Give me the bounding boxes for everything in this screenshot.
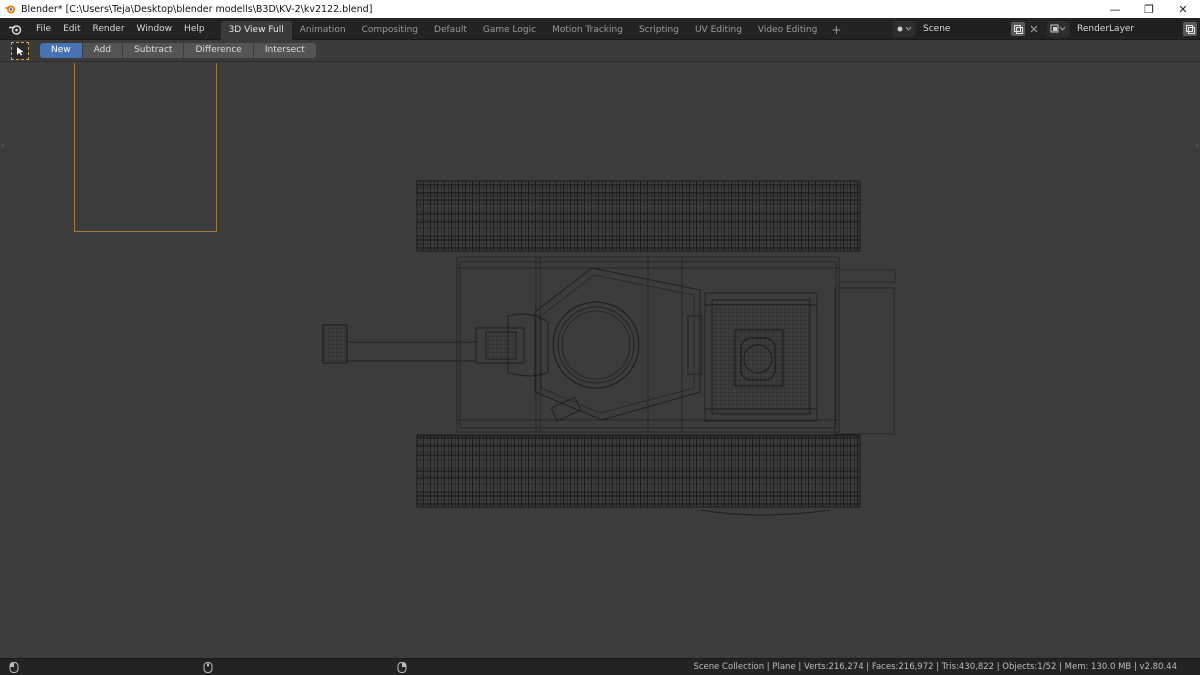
delete-scene-button[interactable] xyxy=(1027,22,1041,36)
blender-logo-icon xyxy=(9,24,22,35)
blender-topbar: File Edit Render Window Help 3D View Ful… xyxy=(0,18,1200,40)
window-titlebar: Blender* [C:\Users\Teja\Desktop\blender … xyxy=(0,0,1200,18)
copy-icon xyxy=(1185,24,1195,34)
mode-intersect-button[interactable]: Intersect xyxy=(253,43,316,58)
camera-frame-outline xyxy=(74,63,217,232)
mouse-middle-icon xyxy=(203,662,213,673)
menu-edit[interactable]: Edit xyxy=(57,24,86,34)
tab-game-logic[interactable]: Game Logic xyxy=(475,21,544,40)
mode-new-button[interactable]: New xyxy=(40,43,83,58)
collapse-right-arrow-icon[interactable]: ‹ xyxy=(1196,141,1199,150)
render-layer-browse-button[interactable] xyxy=(1047,21,1069,37)
tab-default[interactable]: Default xyxy=(426,21,475,40)
mode-difference-button[interactable]: Difference xyxy=(184,43,254,58)
gun-barrel xyxy=(322,313,549,377)
mouse-left-icon xyxy=(9,662,19,673)
workspace-tabs: 3D View Full Animation Compositing Defau… xyxy=(220,18,848,40)
select-cursor-icon xyxy=(17,47,24,56)
status-bar: Scene Collection | Plane | Verts:216,274… xyxy=(0,658,1200,675)
menu-file[interactable]: File xyxy=(30,24,57,34)
add-workspace-button[interactable]: + xyxy=(825,21,847,40)
blender-menu-button[interactable] xyxy=(6,21,24,37)
mode-subtract-button[interactable]: Subtract xyxy=(123,43,185,58)
menu-render[interactable]: Render xyxy=(87,24,131,34)
mouse-right-icon xyxy=(397,662,407,673)
blender-logo-icon xyxy=(5,5,15,14)
scene-statistics: Scene Collection | Plane | Verts:216,274… xyxy=(693,662,1177,672)
maximize-button[interactable]: ❐ xyxy=(1132,0,1166,18)
bottom-track xyxy=(416,434,861,516)
tab-uv-editing[interactable]: UV Editing xyxy=(687,21,750,40)
hull xyxy=(456,256,896,435)
copy-icon xyxy=(1013,24,1023,34)
minimize-button[interactable]: — xyxy=(1098,0,1132,18)
menu-help[interactable]: Help xyxy=(178,24,211,34)
turret xyxy=(534,267,703,422)
tab-animation[interactable]: Animation xyxy=(292,21,354,40)
engine-deck xyxy=(704,292,818,422)
menu-window[interactable]: Window xyxy=(131,24,179,34)
scene-browse-button[interactable] xyxy=(893,21,915,37)
new-scene-button[interactable] xyxy=(1011,22,1025,36)
tab-motion-tracking[interactable]: Motion Tracking xyxy=(544,21,631,40)
tab-video-editing[interactable]: Video Editing xyxy=(750,21,825,40)
active-tool-button[interactable] xyxy=(11,42,29,60)
tab-3d-view-full[interactable]: 3D View Full xyxy=(220,20,292,40)
new-render-layer-button[interactable] xyxy=(1183,22,1197,36)
scene-selector: Scene xyxy=(893,21,1041,37)
top-track xyxy=(416,180,861,252)
window-title: Blender* [C:\Users\Teja\Desktop\blender … xyxy=(21,3,373,15)
boolean-mode-buttons: New Add Subtract Difference Intersect xyxy=(40,43,316,58)
render-layer-icon xyxy=(1050,24,1066,33)
tab-compositing[interactable]: Compositing xyxy=(354,21,426,40)
close-icon xyxy=(1030,25,1038,33)
tab-scripting[interactable]: Scripting xyxy=(631,21,687,40)
window-controls: — ❐ ✕ xyxy=(1098,0,1200,18)
render-layer-selector: RenderLayer xyxy=(1047,21,1200,37)
close-button[interactable]: ✕ xyxy=(1166,0,1200,18)
collapse-left-arrow-icon[interactable]: ‹ xyxy=(1,141,4,150)
render-layer-name-field[interactable]: RenderLayer xyxy=(1071,21,1181,37)
mode-add-button[interactable]: Add xyxy=(82,43,124,58)
scene-icon xyxy=(897,26,912,32)
scene-name-field[interactable]: Scene xyxy=(917,21,1009,37)
